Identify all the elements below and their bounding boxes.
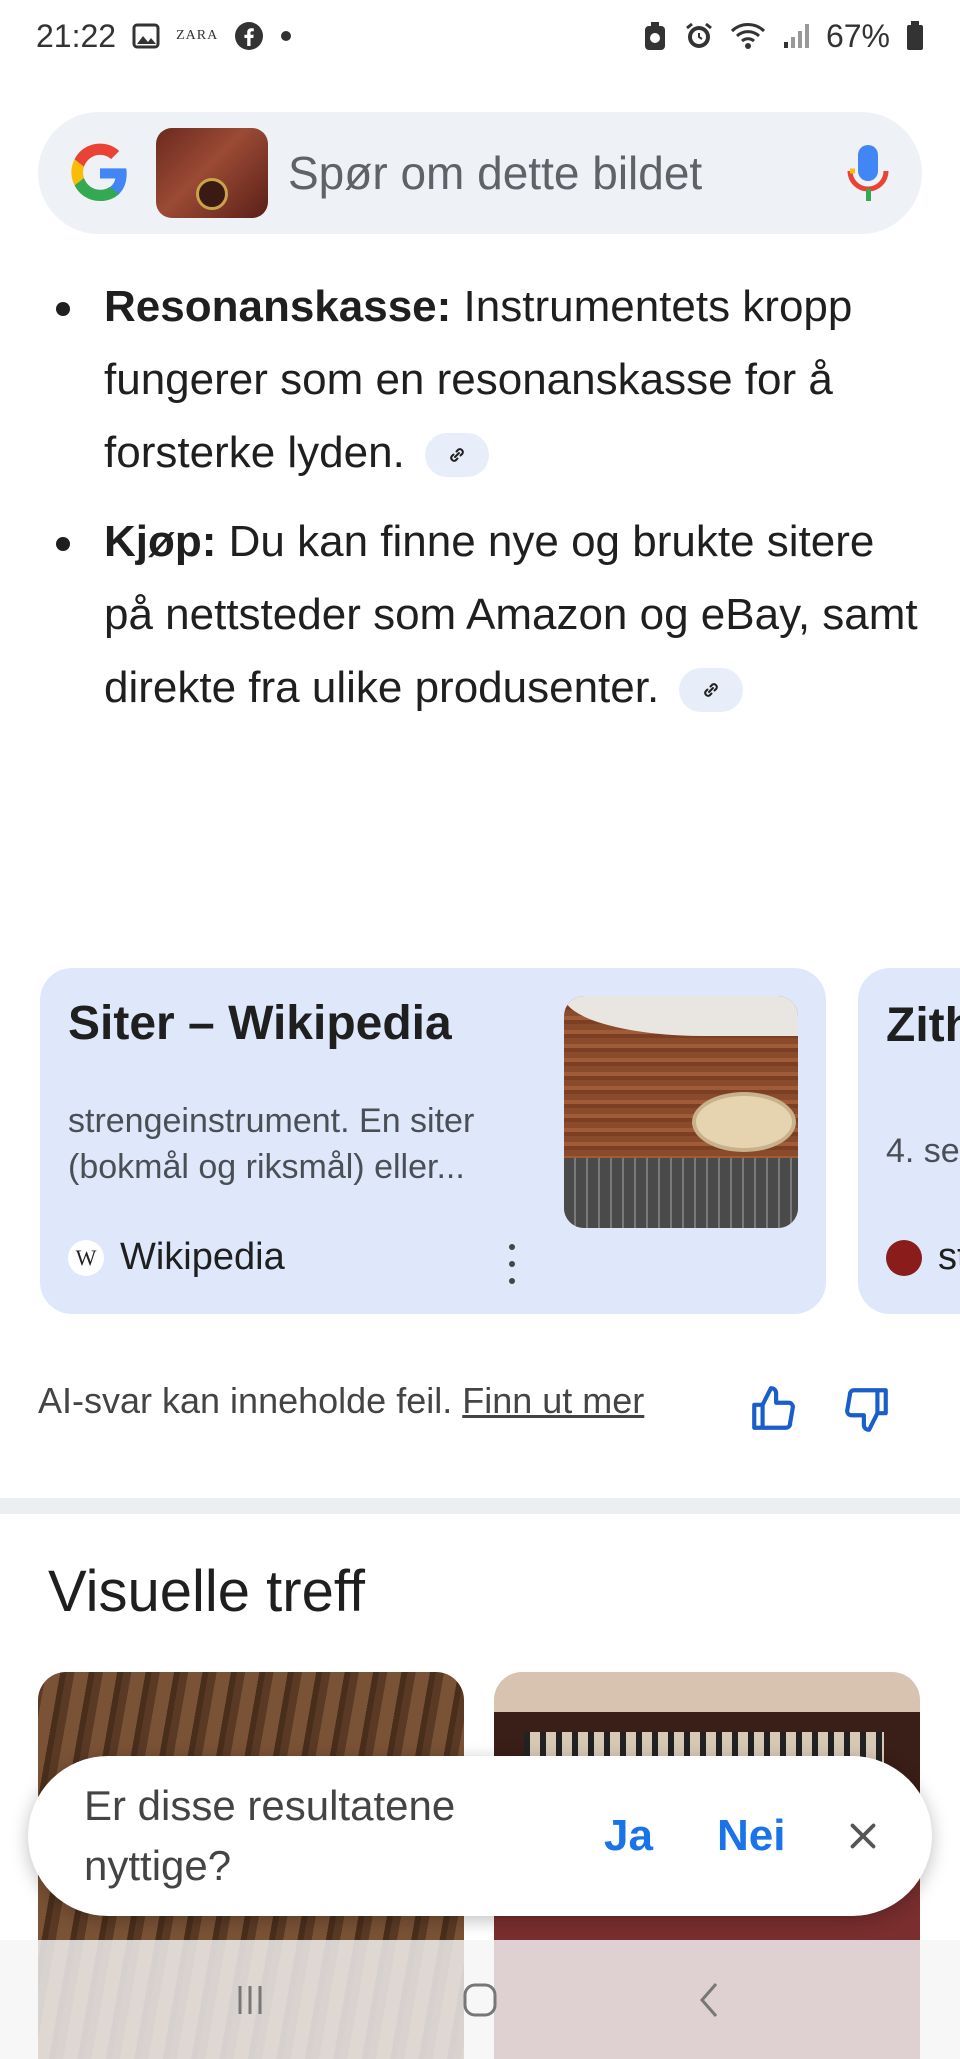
battery-saver-icon [642, 21, 668, 51]
feedback-yes-button[interactable]: Ja [604, 1811, 653, 1861]
recent-apps-button[interactable] [225, 1975, 275, 2025]
status-left: 21:22 ZARA [36, 18, 292, 55]
facebook-icon [234, 21, 264, 51]
home-icon [463, 1983, 497, 2016]
wikipedia-logo-icon: W [68, 1239, 104, 1276]
search-input[interactable]: Spør om dette bildet [288, 146, 844, 200]
battery-percent: 67% [825, 17, 890, 54]
search-bar[interactable]: Spør om dette bildet [38, 112, 922, 234]
bullet-term: Resonanskasse: [104, 282, 452, 331]
card-title: Zith for [886, 999, 960, 1052]
feedback-snackbar: Er disse resultatene nyttige? Ja Nei [28, 1756, 932, 1916]
disclaimer-text: AI-svar kan inneholde feil. [38, 1380, 463, 1421]
card-title: Siter – Wikipedia [68, 997, 452, 1050]
home-button[interactable] [455, 1975, 505, 2025]
bullet-dot [56, 302, 70, 316]
source-link-chip[interactable] [425, 433, 490, 478]
section-divider [0, 1498, 960, 1514]
feedback-question: Er disse resultatene nyttige? [84, 1782, 456, 1889]
bullet-term: Kjøp: [104, 517, 217, 566]
notification-dot-icon [280, 30, 292, 42]
source-link-chip[interactable] [679, 668, 744, 713]
section-title: Visuelle treff [48, 1559, 366, 1624]
back-icon [700, 1982, 718, 2017]
source-card[interactable]: Siter – Wikipedia strengeinstrument. En … [40, 968, 826, 1314]
learn-more-link[interactable]: Finn ut mer [462, 1380, 644, 1421]
battery-icon [906, 21, 924, 51]
status-bar: 21:22 ZARA 67% [0, 0, 960, 72]
link-icon [704, 683, 719, 698]
thumbs-down-icon[interactable] [842, 1384, 892, 1434]
link-icon [450, 448, 464, 463]
gallery-icon [132, 22, 160, 50]
card-image [564, 996, 798, 1228]
site-logo-icon [886, 1239, 922, 1276]
alarm-icon [684, 21, 714, 51]
ai-answer-list: Resonanskasse: Instrumentets kropp funge… [50, 270, 920, 740]
card-snippet: 4. se an in [886, 1132, 960, 1170]
source-cards-carousel[interactable]: Siter – Wikipedia strengeinstrument. En … [40, 968, 960, 1314]
back-button[interactable] [685, 1975, 735, 2025]
list-item: Resonanskasse: Instrumentets kropp funge… [50, 270, 920, 489]
zara-app-icon: ZARA [176, 28, 219, 43]
status-right: 67% [642, 18, 924, 55]
card-snippet: strengeinstrument. En siter (bokmål og r… [68, 1102, 475, 1186]
status-time: 21:22 [36, 17, 117, 54]
recent-apps-icon [238, 1985, 262, 2014]
signal-icon [782, 22, 810, 50]
bullet-dot [56, 537, 70, 551]
card-source: st [886, 1236, 960, 1279]
google-logo-icon [71, 143, 127, 201]
card-source-name: st [938, 1236, 960, 1278]
thumbs-up-icon[interactable] [748, 1384, 798, 1434]
more-options-icon[interactable] [506, 1244, 518, 1284]
card-source: W Wikipedia [68, 1236, 285, 1279]
source-card[interactable]: Zith for 4. se an in st [858, 968, 960, 1314]
card-source-name: Wikipedia [120, 1236, 285, 1278]
bullet-text: Du kan finne nye og brukte sitere på net… [104, 517, 918, 712]
ai-disclaimer: AI-svar kan inneholde feil. Finn ut mer [38, 1380, 644, 1422]
feedback-no-button[interactable]: Nei [717, 1811, 785, 1861]
wifi-icon [730, 21, 766, 51]
close-icon[interactable] [845, 1818, 881, 1854]
mic-icon[interactable] [844, 141, 892, 205]
system-nav-bar [0, 1940, 960, 2059]
list-item: Kjøp: Du kan finne nye og brukte sitere … [50, 505, 920, 724]
query-image-thumbnail[interactable] [156, 128, 268, 218]
